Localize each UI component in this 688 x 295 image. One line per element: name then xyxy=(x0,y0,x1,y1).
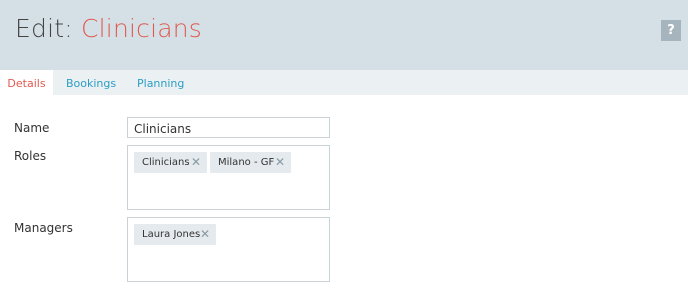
title-entity: Clinicians xyxy=(81,14,203,43)
close-icon[interactable]: ✕ xyxy=(275,152,285,173)
tab-details[interactable]: Details xyxy=(0,70,53,95)
name-field[interactable] xyxy=(127,117,330,139)
tab-planning[interactable]: Planning xyxy=(137,70,184,95)
close-icon[interactable]: ✕ xyxy=(200,224,210,245)
page-header: Edit: Clinicians ? xyxy=(0,0,688,70)
title-prefix: Edit: xyxy=(15,14,73,43)
help-button[interactable]: ? xyxy=(661,20,681,41)
managers-label: Managers xyxy=(14,221,73,235)
help-icon: ? xyxy=(667,23,675,38)
roles-label: Roles xyxy=(14,149,47,163)
page-title: Edit: Clinicians xyxy=(15,14,202,43)
roles-field[interactable]: Clinicians ✕ Milano - GF ✕ xyxy=(127,145,330,210)
manager-tag-label: Laura Jones xyxy=(142,229,201,240)
role-tag: Milano - GF ✕ xyxy=(210,152,291,173)
close-icon[interactable]: ✕ xyxy=(191,152,201,173)
tab-bar: Details Bookings Planning xyxy=(0,70,688,95)
name-label: Name xyxy=(14,121,50,135)
tab-bookings[interactable]: Bookings xyxy=(66,70,116,95)
role-tag-label: Milano - GF xyxy=(218,157,275,168)
manager-tag: Laura Jones ✕ xyxy=(134,224,216,245)
role-tag-label: Clinicians xyxy=(142,157,190,168)
managers-field[interactable]: Laura Jones ✕ xyxy=(127,217,330,282)
name-input[interactable] xyxy=(128,119,324,139)
role-tag: Clinicians ✕ xyxy=(134,152,207,173)
